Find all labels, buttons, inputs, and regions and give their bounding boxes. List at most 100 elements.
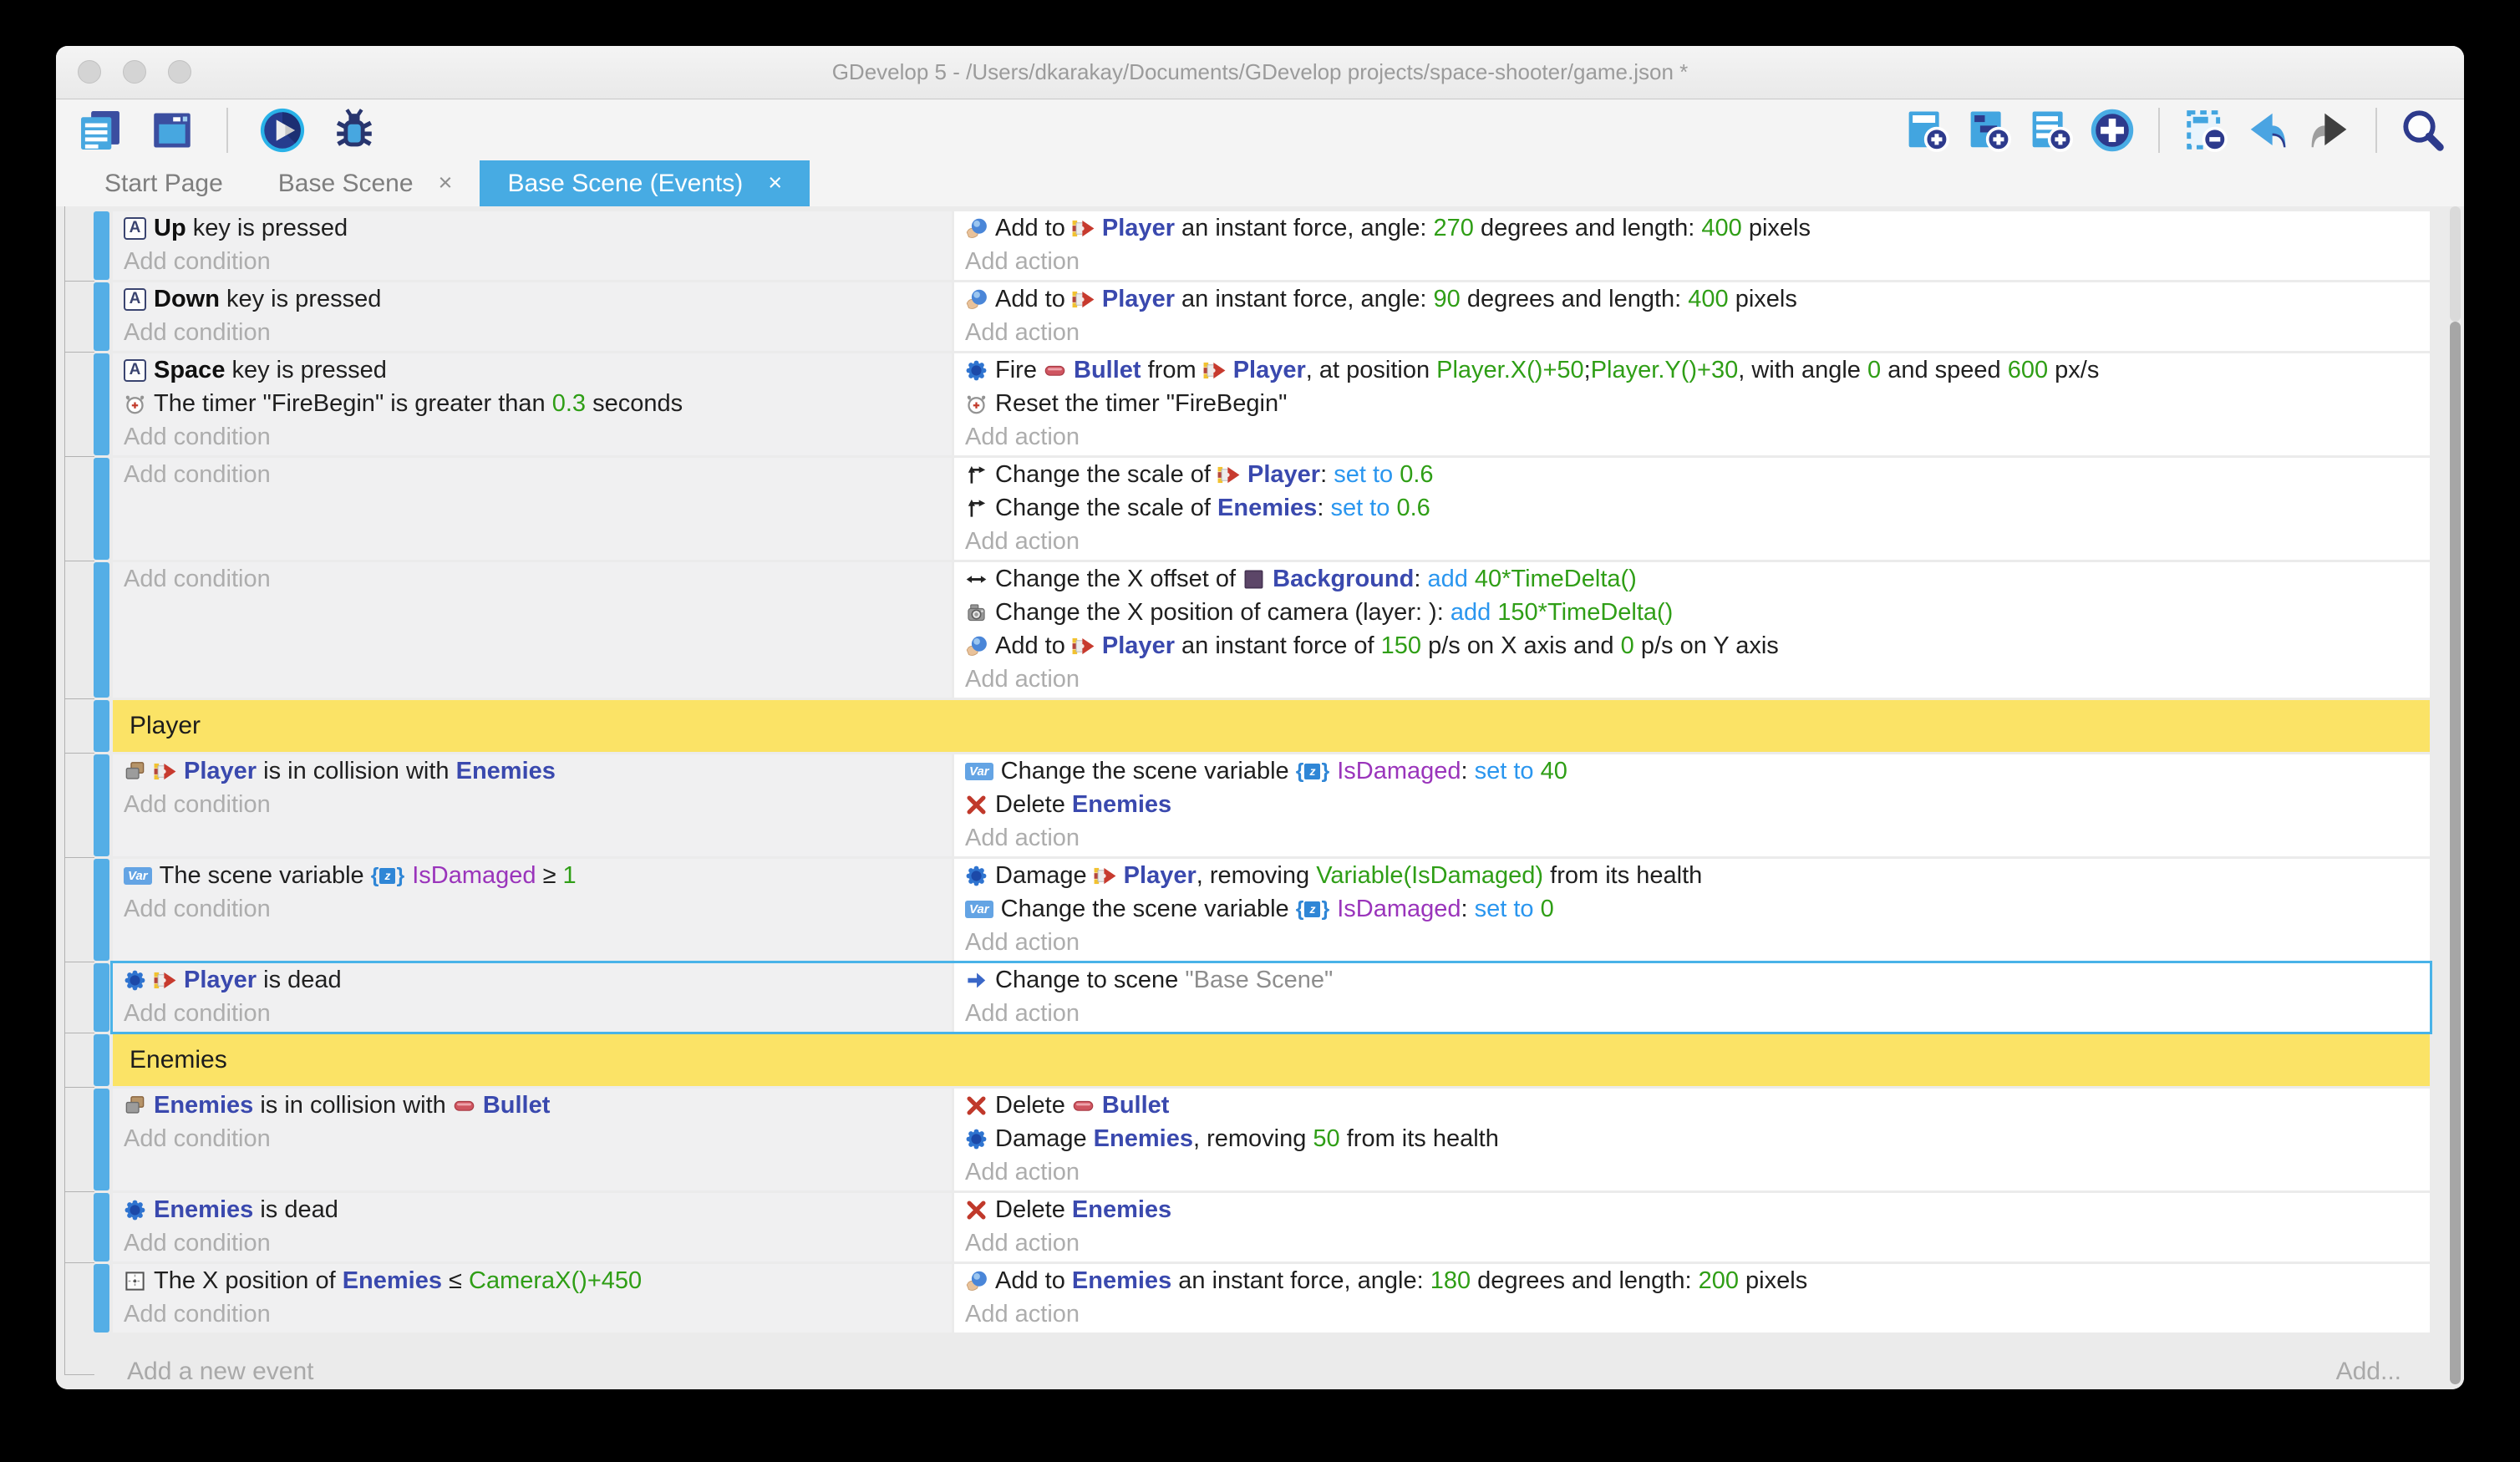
condition-line[interactable]: Enemies is dead	[113, 1193, 952, 1226]
event-handle[interactable]	[94, 458, 109, 560]
event-row: Add conditionChange the X offset of Back…	[56, 562, 2464, 698]
action-line[interactable]: Reset the timer "FireBegin"	[954, 387, 2430, 420]
add-circle-icon[interactable]	[2090, 108, 2135, 153]
add-action-link[interactable]: Add action	[954, 1297, 2430, 1331]
player-ship-icon	[1072, 217, 1095, 240]
text-segment: ≤	[442, 1267, 469, 1295]
add-subevent-icon[interactable]	[1966, 108, 2011, 153]
event-handle[interactable]	[94, 353, 109, 455]
play-icon[interactable]	[258, 106, 307, 155]
add-condition-link[interactable]: Add condition	[113, 1297, 952, 1331]
add-action-link[interactable]: Add action	[954, 1155, 2430, 1189]
tab-start-page[interactable]: Start Page	[77, 160, 251, 206]
action-line[interactable]: Delete Bullet	[954, 1089, 2430, 1122]
add-action-link[interactable]: Add action	[954, 926, 2430, 959]
event-handle[interactable]	[94, 700, 109, 752]
event-handle[interactable]	[94, 859, 109, 961]
action-line[interactable]: Change the scale of Enemies: set to 0.6	[954, 491, 2430, 525]
event-handle[interactable]	[94, 211, 109, 280]
add-action-link[interactable]: Add action	[954, 245, 2430, 278]
text-segment: key is pressed	[232, 357, 387, 384]
condition-line[interactable]: AUp key is pressed	[113, 211, 952, 245]
action-line[interactable]: Delete Enemies	[954, 1193, 2430, 1226]
add-condition-link[interactable]: Add condition	[113, 1226, 952, 1260]
add-condition-link[interactable]: Add condition	[113, 458, 952, 491]
add-condition-link[interactable]: Add condition	[113, 316, 952, 349]
tab-label: Base Scene (Events)	[507, 170, 743, 198]
undo-icon[interactable]	[2245, 108, 2290, 153]
variable-type-icon: {z}	[371, 864, 404, 888]
add-condition-link[interactable]: Add condition	[113, 1122, 952, 1155]
condition-line[interactable]: Player is dead	[113, 963, 952, 997]
event-handle[interactable]	[94, 1264, 109, 1333]
action-line[interactable]: Fire Bullet from Player, at position Pla…	[954, 353, 2430, 387]
add-condition-link[interactable]: Add condition	[113, 245, 952, 278]
add-condition-link[interactable]: Add condition	[113, 562, 952, 596]
event-handle[interactable]	[94, 1193, 109, 1261]
action-line[interactable]: Add to Player an instant force, angle: 2…	[954, 211, 2430, 245]
condition-line[interactable]: The timer "FireBegin" is greater than 0.…	[113, 387, 952, 420]
action-line[interactable]: Add to Player an instant force of 150 p/…	[954, 629, 2430, 662]
minimize-button[interactable]	[123, 60, 146, 84]
zoom-button[interactable]	[168, 60, 191, 84]
action-line[interactable]: Add to Enemies an instant force, angle: …	[954, 1264, 2430, 1297]
add-action-link[interactable]: Add action	[954, 316, 2430, 349]
add-action-link[interactable]: Add action	[954, 821, 2430, 855]
debug-icon[interactable]	[330, 106, 379, 155]
text-segment: degrees and length:	[1471, 1267, 1698, 1295]
add-condition-link[interactable]: Add condition	[113, 420, 952, 454]
event-handle[interactable]	[94, 754, 109, 856]
scale-icon	[965, 464, 988, 486]
action-line[interactable]: Change to scene "Base Scene"	[954, 963, 2430, 997]
text-segment: Change to scene	[995, 967, 1185, 994]
action-line[interactable]: Add to Player an instant force, angle: 9…	[954, 282, 2430, 316]
event-handle[interactable]	[94, 1034, 109, 1086]
project-manager-icon[interactable]	[76, 106, 124, 155]
add-event-icon[interactable]	[1904, 108, 1949, 153]
condition-line[interactable]: Player is in collision with Enemies	[113, 754, 952, 788]
add-action-link[interactable]: Add action	[954, 997, 2430, 1030]
add-action-link[interactable]: Add action	[954, 420, 2430, 454]
scrollbar-thumb[interactable]	[2450, 322, 2461, 1384]
condition-line[interactable]: The X position of Enemies ≤ CameraX()+45…	[113, 1264, 952, 1297]
action-line[interactable]: Delete Enemies	[954, 788, 2430, 821]
remove-event-icon[interactable]	[2183, 108, 2228, 153]
action-line[interactable]: Change the X position of camera (layer: …	[954, 596, 2430, 629]
conditions-cell: ASpace key is pressedThe timer "FireBegi…	[113, 353, 952, 455]
tab-base-scene[interactable]: Base Scene×	[251, 160, 480, 206]
close-tab-icon[interactable]: ×	[439, 170, 453, 197]
group-header[interactable]: Player	[113, 700, 2430, 752]
add-action-link[interactable]: Add action	[954, 525, 2430, 558]
action-line[interactable]: Change the scale of Player: set to 0.6	[954, 458, 2430, 491]
action-line[interactable]: VarChange the scene variable {z}IsDamage…	[954, 754, 2430, 788]
action-line[interactable]: Damage Enemies, removing 50 from its hea…	[954, 1122, 2430, 1155]
add-more-link[interactable]: Add...	[2336, 1358, 2401, 1386]
add-new-event-link[interactable]: Add a new event	[127, 1358, 314, 1386]
add-condition-link[interactable]: Add condition	[113, 997, 952, 1030]
action-line[interactable]: VarChange the scene variable {z}IsDamage…	[954, 892, 2430, 926]
condition-line[interactable]: ASpace key is pressed	[113, 353, 952, 387]
scene-editor-icon[interactable]	[148, 106, 196, 155]
add-condition-link[interactable]: Add condition	[113, 788, 952, 821]
close-button[interactable]	[78, 60, 101, 84]
condition-line[interactable]: VarThe scene variable {z}IsDamaged ≥ 1	[113, 859, 952, 892]
add-action-link[interactable]: Add action	[954, 1226, 2430, 1260]
event-handle[interactable]	[94, 282, 109, 351]
action-line[interactable]: Change the X offset of Background: add 4…	[954, 562, 2430, 596]
tab-base-scene-events[interactable]: Base Scene (Events) ×	[480, 160, 810, 206]
toolbar-left-group	[76, 106, 379, 155]
close-tab-icon[interactable]: ×	[768, 170, 782, 197]
condition-line[interactable]: ADown key is pressed	[113, 282, 952, 316]
text-segment: Enemies	[1094, 1125, 1193, 1153]
condition-line[interactable]: Enemies is in collision with Bullet	[113, 1089, 952, 1122]
add-comment-icon[interactable]	[2028, 108, 2073, 153]
add-condition-link[interactable]: Add condition	[113, 892, 952, 926]
search-icon[interactable]	[2401, 108, 2446, 153]
event-handle[interactable]	[94, 1089, 109, 1190]
add-action-link[interactable]: Add action	[954, 662, 2430, 696]
group-header[interactable]: Enemies	[113, 1034, 2430, 1086]
redo-icon[interactable]	[2307, 108, 2352, 153]
event-handle[interactable]	[94, 963, 109, 1032]
action-line[interactable]: Damage Player, removing Variable(IsDamag…	[954, 859, 2430, 892]
event-handle[interactable]	[94, 562, 109, 698]
